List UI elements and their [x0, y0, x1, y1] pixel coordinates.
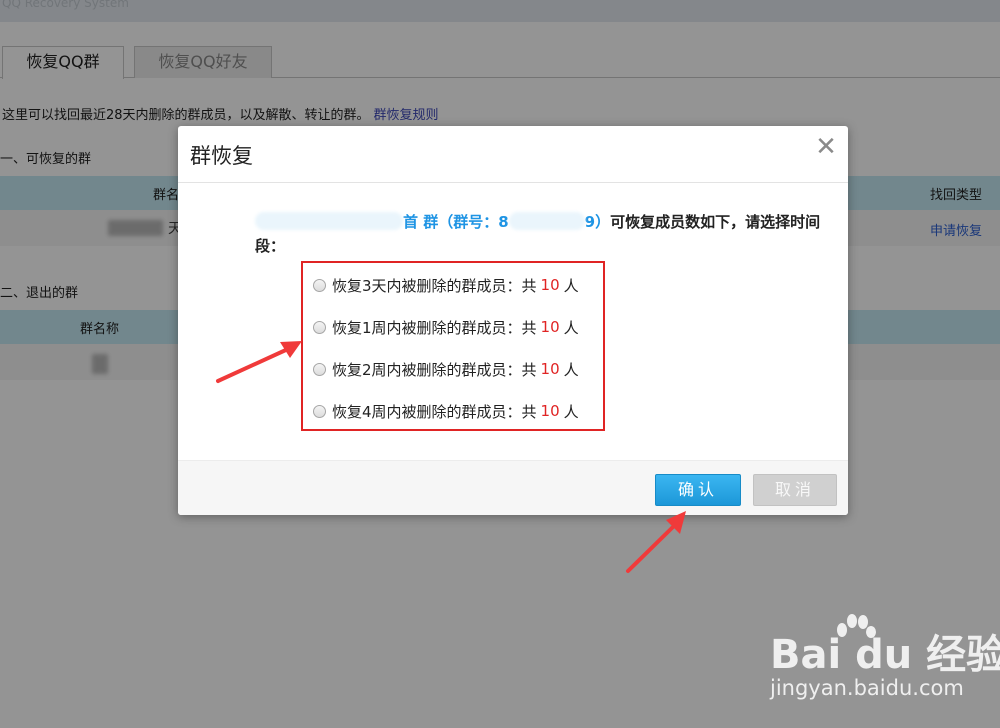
arrow-to-confirm-icon — [626, 511, 686, 573]
baidu-jingyan-watermark: Bai du 经验 jingyan.baidu.com — [770, 614, 1000, 710]
arrow-to-options-icon — [216, 341, 302, 383]
watermark-brand: Bai du 经验 — [770, 632, 1000, 678]
watermark-url: jingyan.baidu.com — [770, 676, 964, 700]
